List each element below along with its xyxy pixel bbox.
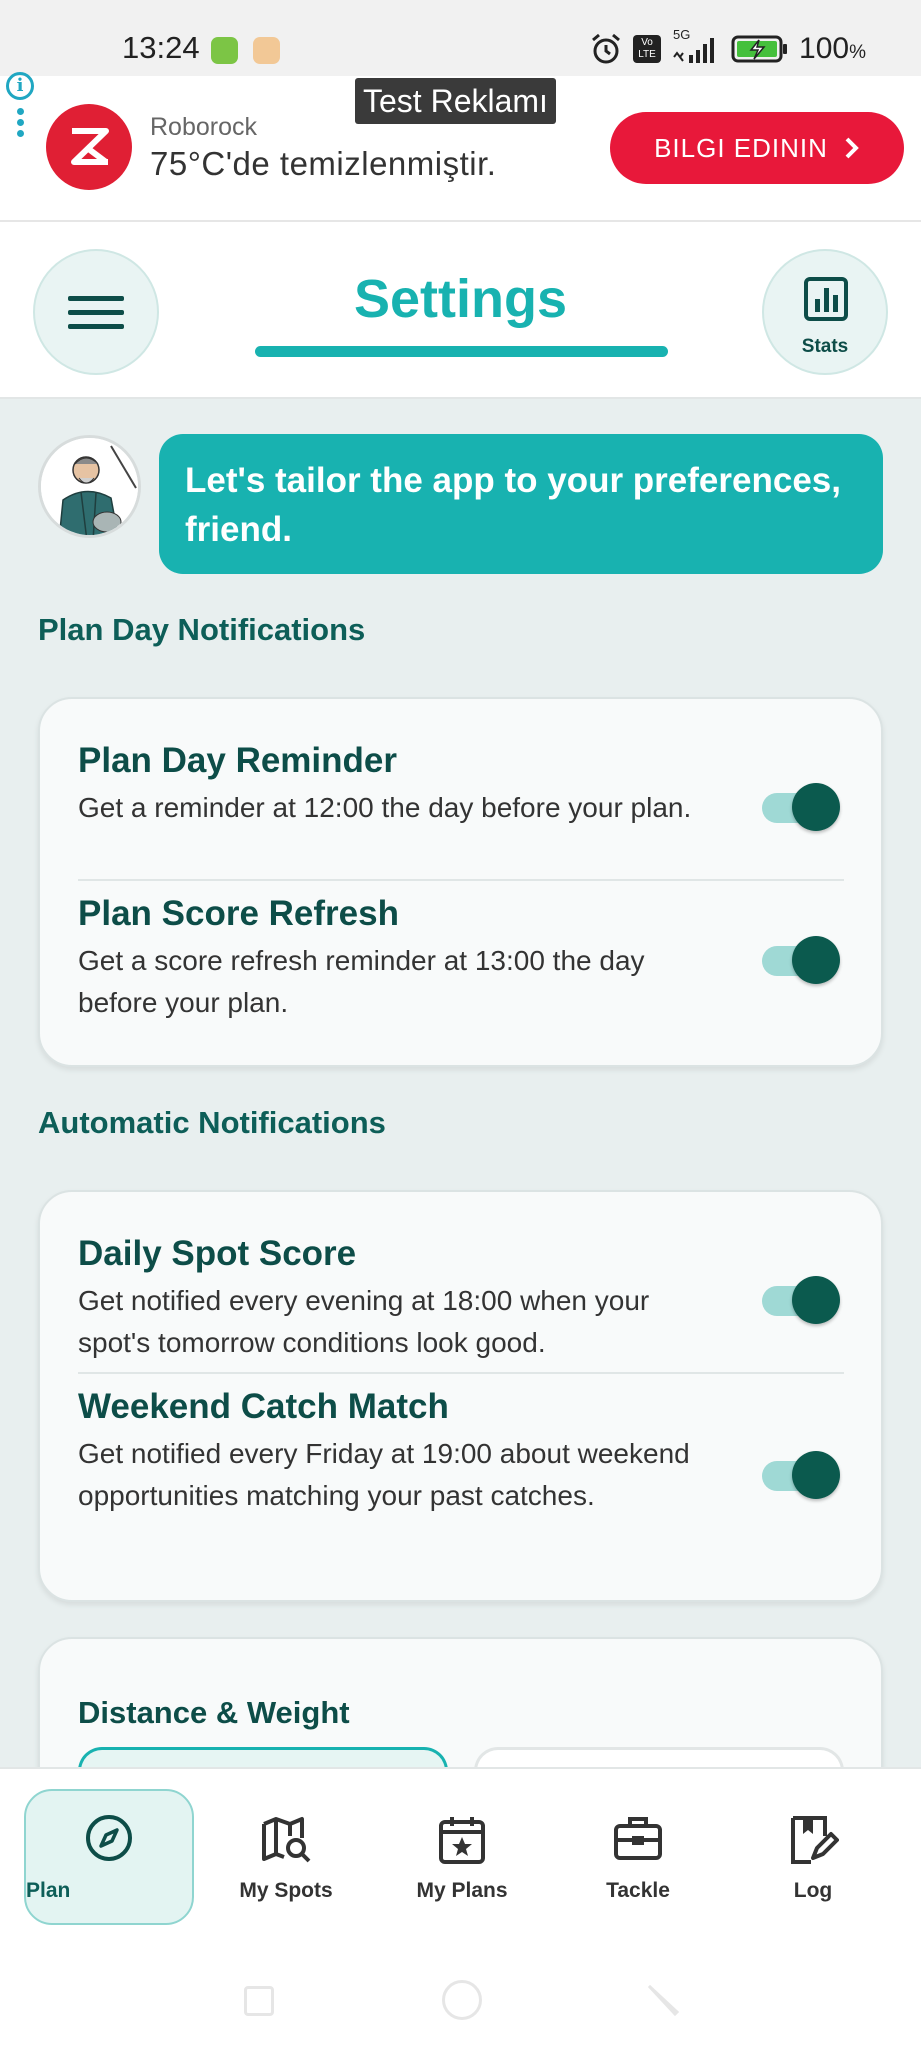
section-title-units: Distance & Weight [78, 1695, 350, 1730]
calendar-star-icon [439, 1817, 485, 1864]
nav-item-plan[interactable]: Plan [24, 1789, 194, 1925]
home-icon[interactable] [442, 1980, 482, 2020]
distance-weight-card: Distance & Weight [38, 1637, 883, 1767]
ad-cta-button[interactable]: BILGI EDININ [610, 112, 904, 184]
ad-cta-label: BILGI EDININ [654, 132, 828, 163]
section-title-automatic: Automatic Notifications [38, 1105, 386, 1140]
nav-item-tackle[interactable]: Tackle [553, 1769, 723, 1940]
ad-brand: Roborock [150, 113, 257, 141]
plan-day-reminder-toggle[interactable] [762, 783, 840, 831]
back-icon[interactable] [645, 1982, 681, 2018]
unit-option-metric[interactable] [78, 1747, 448, 1767]
setting-description: Get a reminder at 12:00 the day before y… [78, 792, 692, 823]
nav-item-my-spots[interactable]: My Spots [201, 1769, 371, 1940]
status-time: 13:24 [122, 30, 200, 65]
setting-title: Daily Spot Score [78, 1234, 357, 1273]
nav-item-my-plans[interactable]: My Plans [377, 1769, 547, 1940]
settings-content[interactable]: Let's tailor the app to your preferences… [0, 399, 921, 1767]
ad-info-icon[interactable]: i [6, 72, 34, 100]
chevron-right-icon [845, 137, 859, 159]
title-underline [255, 346, 668, 357]
compass-icon [86, 1815, 132, 1861]
status-bar: 13:24 Vo LTE 5G 100% [0, 0, 921, 76]
app-header: Settings Stats [0, 222, 921, 399]
tackle-box-icon [614, 1817, 662, 1860]
plan-day-card: Plan Day Reminder Get a reminder at 12:0… [38, 697, 883, 1067]
battery-icon [731, 35, 788, 63]
map-search-icon [262, 1817, 311, 1863]
daily-spot-score-toggle[interactable] [762, 1276, 840, 1324]
status-right-icons: Vo LTE 5G 100% [589, 27, 866, 66]
nav-item-log[interactable]: Log [728, 1769, 898, 1940]
nav-label: Tackle [606, 1879, 670, 1902]
stats-button[interactable]: Stats [762, 249, 888, 375]
automatic-notifications-card: Daily Spot Score Get notified every even… [38, 1190, 883, 1602]
nav-label: My Plans [416, 1879, 508, 1902]
logbook-edit-icon [791, 1816, 839, 1864]
setting-row-weekend-catch-match: Weekend Catch Match Get notified every F… [78, 1387, 844, 1517]
unit-option-imperial[interactable] [474, 1747, 844, 1767]
signal-icon: 5G [671, 27, 721, 65]
volte-icon: Vo LTE [633, 35, 662, 63]
ad-headline: 75°C'de temizlenmiştir. [150, 145, 497, 182]
assistant-avatar [38, 435, 141, 538]
setting-row-plan-day-reminder: Plan Day Reminder Get a reminder at 12:0… [78, 741, 844, 829]
section-title-plan-day: Plan Day Notifications [38, 612, 366, 647]
recent-apps-icon[interactable] [244, 1986, 274, 2016]
setting-row-daily-spot-score: Daily Spot Score Get notified every even… [78, 1234, 844, 1364]
setting-title: Plan Day Reminder [78, 741, 397, 780]
setting-description: Get a score refresh reminder at 13:00 th… [78, 945, 645, 1018]
amazon-app-icon [253, 37, 280, 64]
system-navigation-bar [0, 1938, 921, 2048]
nav-label: Plan [26, 1879, 71, 1902]
nav-label: Log [793, 1879, 833, 1902]
setting-title: Plan Score Refresh [78, 894, 399, 933]
intro-message-bubble: Let's tailor the app to your preferences… [159, 434, 883, 574]
advertiser-logo[interactable] [46, 104, 132, 190]
row-divider [78, 1372, 844, 1374]
test-ad-label: Test Reklamı [355, 78, 556, 124]
battery-percent: 100% [799, 32, 866, 65]
setting-description: Get notified every evening at 18:00 when… [78, 1285, 650, 1358]
ad-options-icon[interactable] [17, 108, 25, 141]
setting-title: Weekend Catch Match [78, 1387, 449, 1426]
bottom-navigation: Plan My Spots My Plans Tackle Log [0, 1767, 921, 1938]
alarm-icon [592, 33, 620, 64]
stats-label: Stats [801, 336, 849, 357]
plan-score-refresh-toggle[interactable] [762, 936, 840, 984]
setting-row-plan-score-refresh: Plan Score Refresh Get a score refresh r… [78, 894, 844, 1024]
weekend-catch-match-toggle[interactable] [762, 1451, 840, 1499]
setting-description: Get notified every Friday at 19:00 about… [78, 1438, 690, 1511]
bar-chart-icon [804, 277, 848, 321]
nav-label: My Spots [239, 1879, 333, 1902]
android-app-icon [211, 37, 238, 64]
row-divider [78, 879, 844, 881]
